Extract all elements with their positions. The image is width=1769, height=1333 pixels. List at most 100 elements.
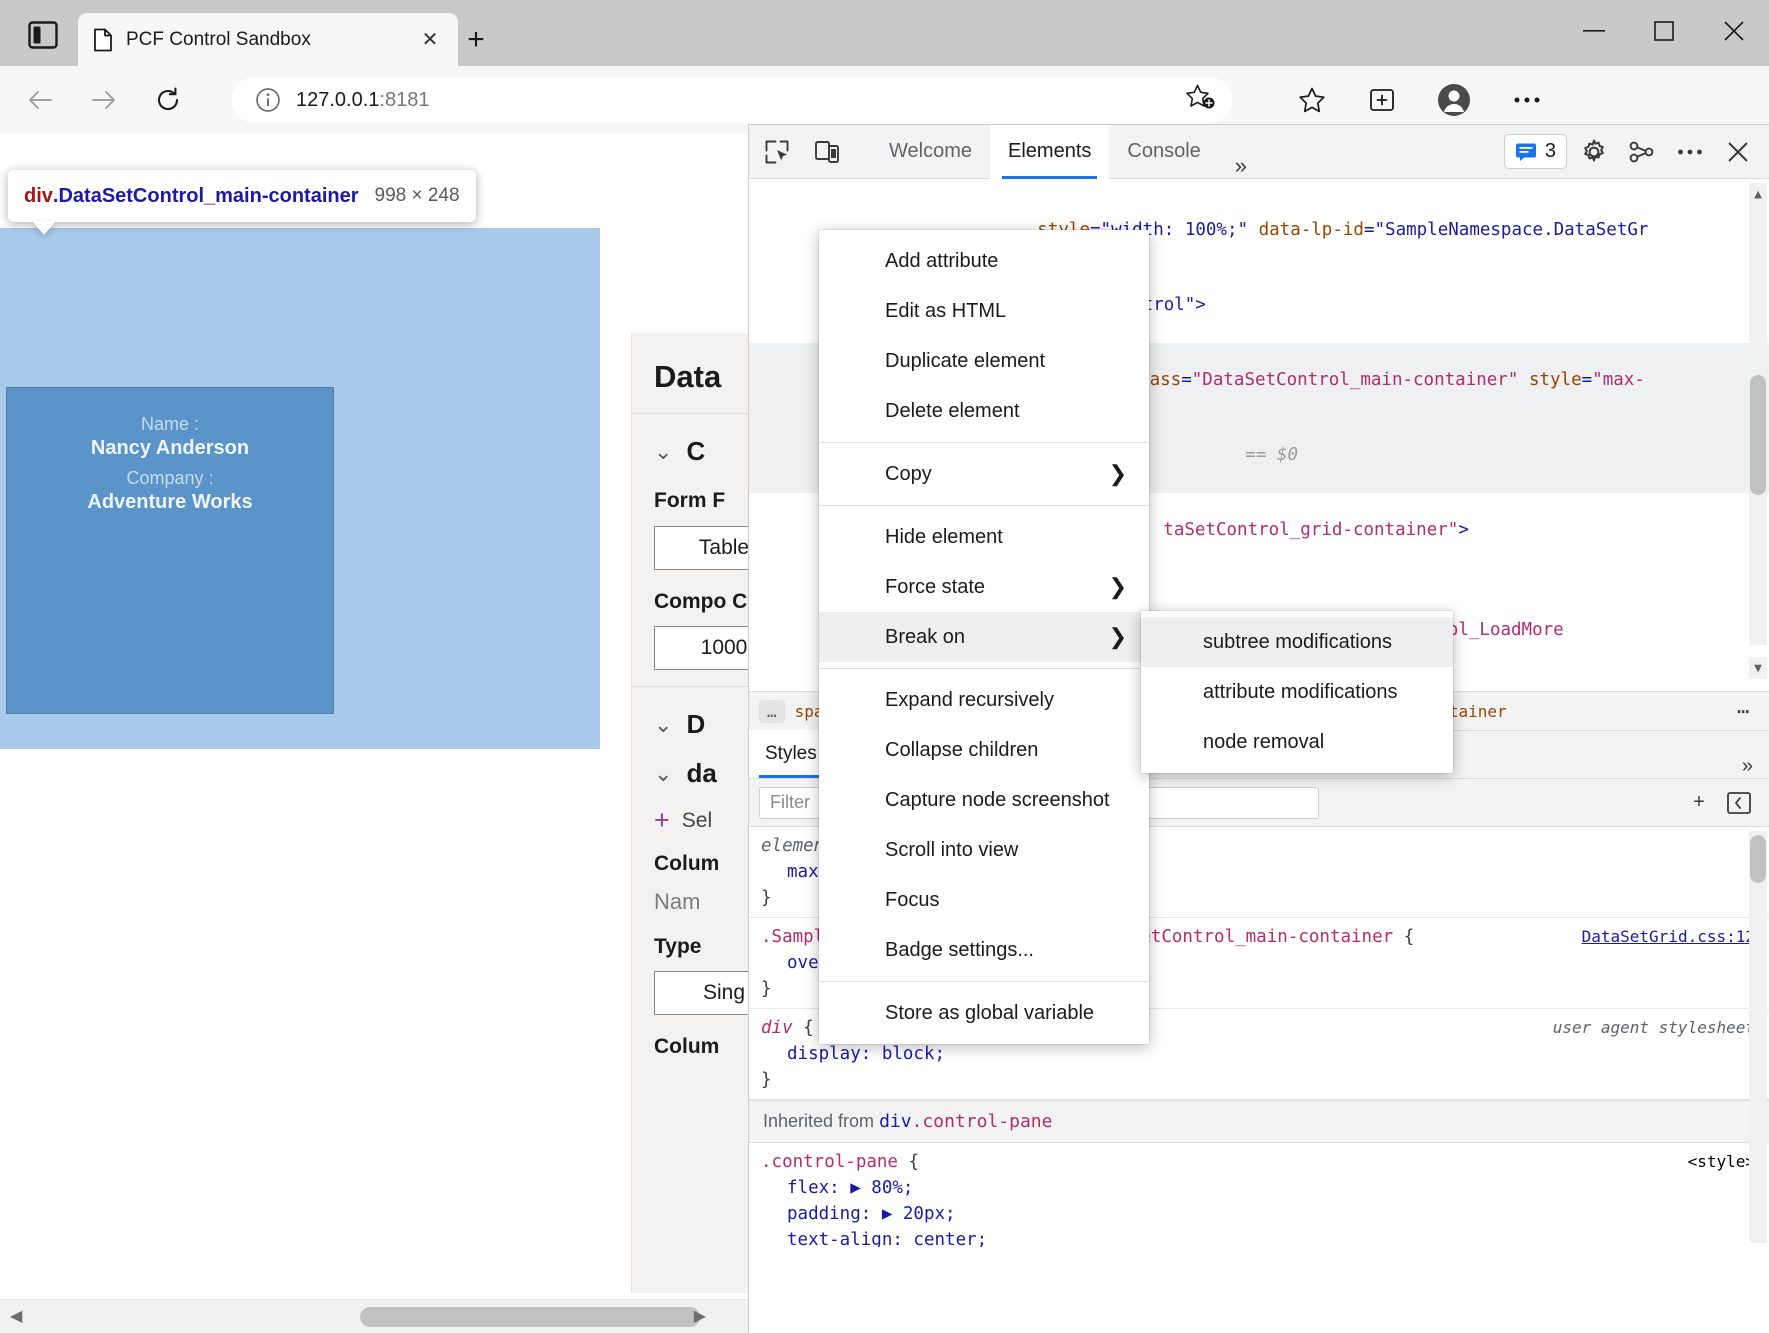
menu-item-subtree-modifications[interactable]: subtree modifications bbox=[1141, 617, 1453, 667]
breadcrumb-overflow[interactable]: … bbox=[759, 700, 785, 723]
plus-icon: + bbox=[654, 807, 670, 834]
collections-icon[interactable] bbox=[1360, 79, 1404, 121]
inherited-from-tag: div bbox=[879, 1111, 912, 1132]
select-data-link[interactable]: + Sel bbox=[654, 807, 748, 834]
chevron-down-icon[interactable]: ⌄ bbox=[654, 441, 672, 463]
menu-item-add-attribute[interactable]: Add attribute bbox=[819, 236, 1149, 286]
menu-item-edit-as-html[interactable]: Edit as HTML bbox=[819, 286, 1149, 336]
inspect-element-icon[interactable] bbox=[755, 132, 799, 172]
form-factor-select[interactable]: Table bbox=[654, 526, 748, 570]
record-company-label: Company : bbox=[7, 468, 333, 489]
tab-welcome[interactable]: Welcome bbox=[871, 125, 990, 179]
element-highlight-inner: Name : Nancy Anderson Company : Adventur… bbox=[6, 387, 334, 714]
menu-item-hide-element[interactable]: Hide element bbox=[819, 512, 1149, 562]
new-style-rule-icon[interactable]: + bbox=[1679, 785, 1719, 821]
menu-item-focus[interactable]: Focus bbox=[819, 875, 1149, 925]
style-rule-selector[interactable]: div bbox=[761, 1018, 793, 1038]
tab-preview-icon[interactable] bbox=[22, 14, 64, 56]
ellipsis-icon[interactable] bbox=[1505, 79, 1549, 121]
section-header-control[interactable]: ⌄ C bbox=[654, 436, 748, 467]
divider bbox=[632, 686, 748, 687]
menu-item-badge-settings[interactable]: Badge settings... bbox=[819, 925, 1149, 975]
menu-item-force-state[interactable]: Force state ❯ bbox=[819, 562, 1149, 612]
devtools-more-icon[interactable] bbox=[1669, 132, 1711, 172]
reload-icon[interactable] bbox=[144, 76, 192, 124]
back-arrow-icon[interactable] bbox=[16, 76, 64, 124]
style-declaration[interactable]: padding: ▶ 20px; bbox=[761, 1204, 956, 1224]
close-button[interactable] bbox=[1699, 0, 1769, 62]
context-submenu[interactable]: subtree modifications attribute modifica… bbox=[1141, 611, 1453, 773]
more-tabs-icon[interactable]: » bbox=[1219, 153, 1263, 179]
style-origin: <style> bbox=[1688, 1149, 1755, 1175]
form-factor-label: Form F bbox=[654, 485, 748, 518]
device-toolbar-icon[interactable] bbox=[805, 132, 849, 172]
maximize-button[interactable] bbox=[1629, 0, 1699, 62]
tab-close-icon[interactable]: ✕ bbox=[416, 26, 444, 54]
context-menu[interactable]: Add attribute Edit as HTML Duplicate ele… bbox=[819, 230, 1149, 1044]
address-bar-url: 127.0.0.1:8181 bbox=[296, 89, 1184, 112]
scrollbar-thumb[interactable] bbox=[1750, 375, 1766, 495]
style-rule-selector[interactable]: .control-pane bbox=[761, 1152, 898, 1172]
style-origin-link[interactable]: DataSetGrid.css:12 bbox=[1582, 924, 1755, 950]
scroll-right-icon[interactable]: ▶ bbox=[694, 1306, 706, 1326]
styles-vertical-scrollbar[interactable] bbox=[1749, 831, 1767, 1243]
container-width-input[interactable]: 1000 bbox=[654, 626, 748, 670]
issues-badge[interactable]: 3 bbox=[1504, 134, 1567, 169]
styles-more-icon[interactable]: » bbox=[1726, 755, 1769, 778]
style-source-link[interactable]: DataSetGrid.css:12 bbox=[1582, 927, 1755, 946]
menu-item-delete-element[interactable]: Delete element bbox=[819, 386, 1149, 436]
issues-count: 3 bbox=[1545, 140, 1556, 163]
menu-separator bbox=[819, 668, 1149, 669]
browser-tab[interactable]: PCF Control Sandbox ✕ bbox=[78, 13, 458, 66]
address-bar[interactable]: 127.0.0.1:8181 bbox=[232, 77, 1232, 123]
gear-icon[interactable] bbox=[1573, 132, 1615, 172]
forward-arrow-icon[interactable] bbox=[80, 76, 128, 124]
style-rule-inherited[interactable]: .control-pane { flex: ▶ 80%; padding: ▶ … bbox=[749, 1143, 1769, 1247]
scrollbar-thumb[interactable] bbox=[1750, 835, 1766, 883]
column-label: Colum bbox=[654, 848, 748, 881]
container-width-label: Compo Contai Width bbox=[654, 586, 748, 619]
section-title: da bbox=[686, 758, 716, 789]
minimize-button[interactable] bbox=[1559, 0, 1629, 62]
new-tab-button[interactable]: + bbox=[458, 22, 494, 58]
tab-console[interactable]: Console bbox=[1109, 125, 1218, 179]
devtools-close-icon[interactable] bbox=[1717, 132, 1759, 172]
page-viewport: Name : Nancy Anderson Company : Adventur… bbox=[0, 134, 748, 1333]
menu-item-copy[interactable]: Copy ❯ bbox=[819, 449, 1149, 499]
page-horizontal-scrollbar[interactable]: ◀ ▶ bbox=[0, 1299, 748, 1333]
style-declaration[interactable]: display: block; bbox=[761, 1044, 945, 1064]
menu-item-break-on[interactable]: Break on ❯ bbox=[819, 612, 1149, 662]
scrollbar-thumb[interactable] bbox=[360, 1307, 700, 1327]
devtools-customize-icon[interactable] bbox=[1621, 132, 1663, 172]
style-declaration[interactable]: text-align: center; bbox=[761, 1230, 987, 1247]
menu-item-duplicate-element[interactable]: Duplicate element bbox=[819, 336, 1149, 386]
type-select[interactable]: Sing bbox=[654, 971, 748, 1015]
style-declaration[interactable]: flex: ▶ 80%; bbox=[761, 1178, 913, 1198]
favorites-star-icon[interactable] bbox=[1290, 79, 1334, 121]
menu-item-node-removal[interactable]: node removal bbox=[1141, 717, 1453, 767]
chevron-right-icon: ❯ bbox=[1109, 624, 1127, 650]
inherited-from-label: Inherited from bbox=[763, 1111, 874, 1131]
add-favorite-icon[interactable] bbox=[1184, 83, 1218, 117]
info-icon[interactable] bbox=[254, 86, 282, 114]
profile-icon[interactable] bbox=[1432, 79, 1476, 121]
menu-item-expand-recursively[interactable]: Expand recursively bbox=[819, 675, 1149, 725]
dom-vertical-scrollbar[interactable] bbox=[1749, 205, 1767, 645]
scroll-left-icon[interactable]: ◀ bbox=[10, 1306, 22, 1326]
menu-item-scroll-into-view[interactable]: Scroll into view bbox=[819, 825, 1149, 875]
chevron-down-icon[interactable]: ⌄ bbox=[654, 763, 672, 785]
tab-elements[interactable]: Elements bbox=[990, 125, 1109, 179]
menu-item-collapse-children[interactable]: Collapse children bbox=[819, 725, 1149, 775]
toggle-sidebar-icon[interactable] bbox=[1719, 785, 1759, 821]
menu-item-attribute-modifications[interactable]: attribute modifications bbox=[1141, 667, 1453, 717]
dom-scroll-up-icon[interactable]: ▲ bbox=[1749, 183, 1767, 205]
column-value: Nam bbox=[654, 889, 748, 915]
devtools-header-actions: 3 bbox=[1504, 132, 1769, 172]
breadcrumb-more-icon[interactable]: ⋯ bbox=[1727, 699, 1759, 723]
section-header-data[interactable]: ⌄ D bbox=[654, 709, 748, 740]
menu-item-capture-node-screenshot[interactable]: Capture node screenshot bbox=[819, 775, 1149, 825]
dom-scroll-down-icon[interactable]: ▼ bbox=[1749, 657, 1767, 679]
chevron-down-icon[interactable]: ⌄ bbox=[654, 714, 672, 736]
section-header-dataset[interactable]: ⌄ da bbox=[654, 758, 748, 789]
menu-item-store-as-global-variable[interactable]: Store as global variable bbox=[819, 988, 1149, 1038]
